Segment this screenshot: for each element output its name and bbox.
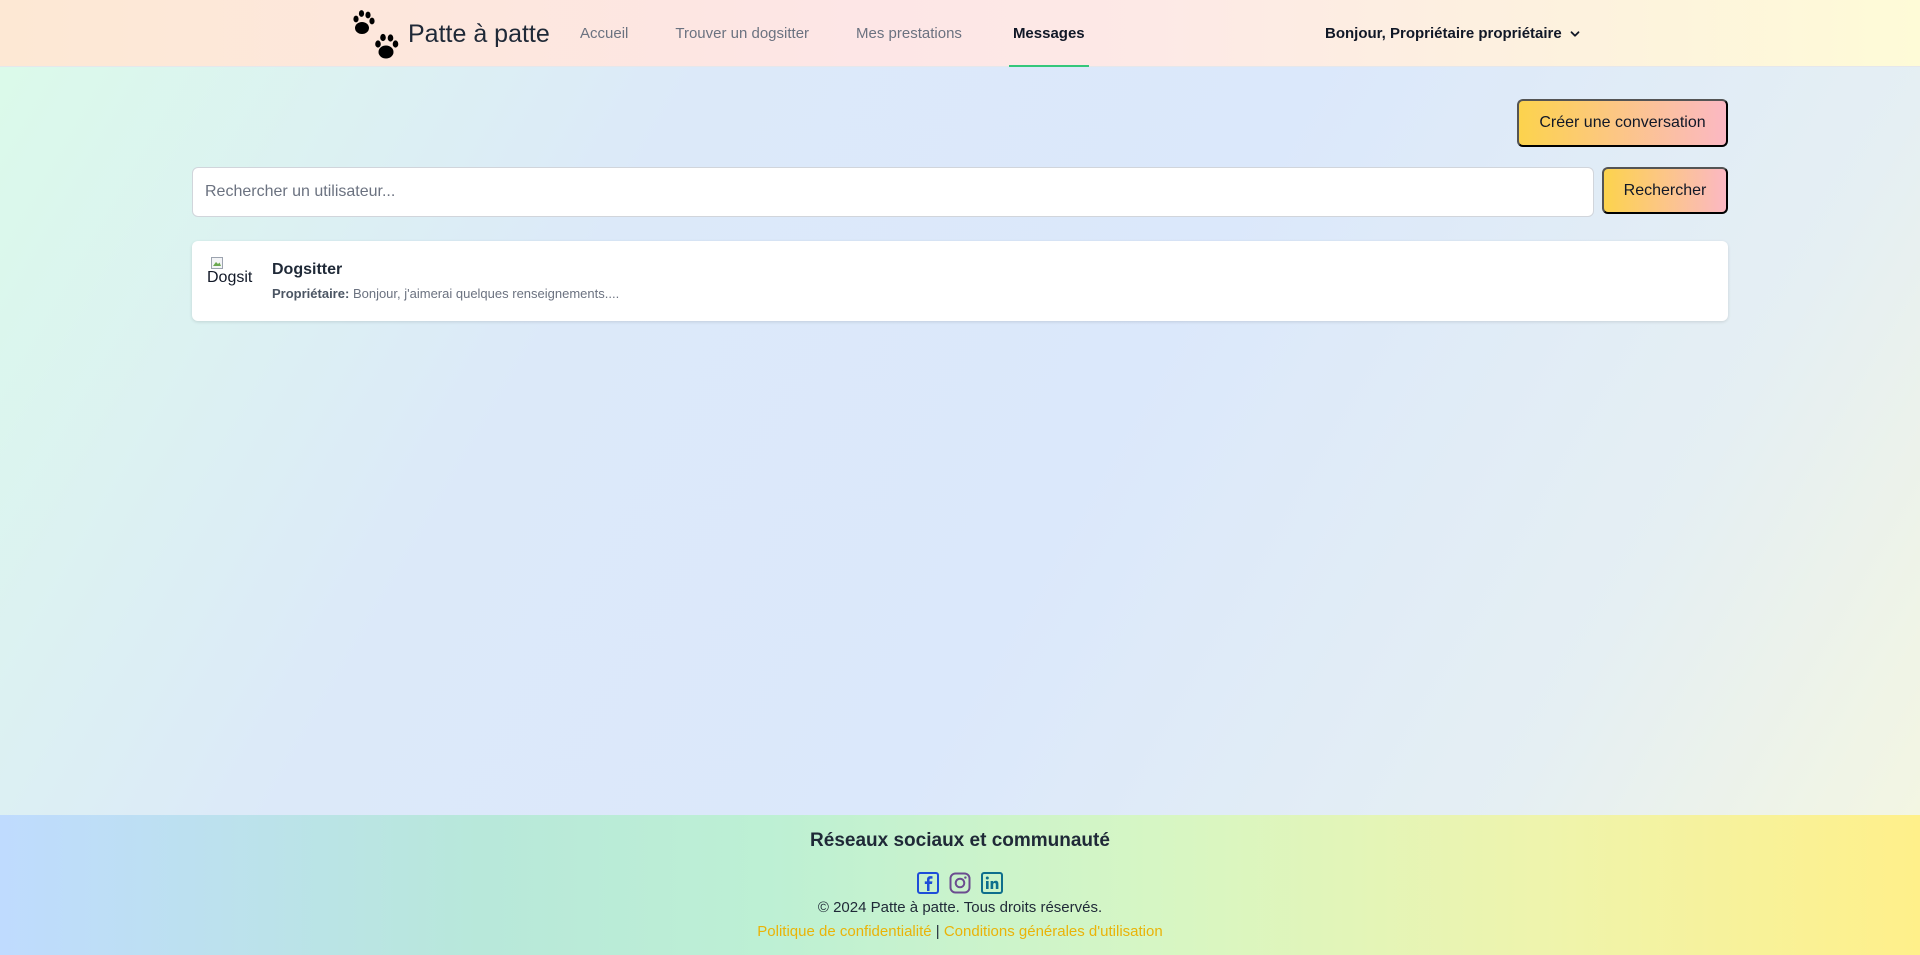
conversation-last-message: Bonjour, j'aimerai quelques renseignemen… [352,286,620,301]
nav-link-trouver-dogsitter[interactable]: Trouver un dogsitter [675,0,809,67]
create-conversation-button[interactable]: Créer une conversation [1517,99,1728,147]
legal-separator: | [935,923,940,940]
navbar: Patte à patte Accueil Trouver un dogsitt… [0,0,1920,67]
terms-link[interactable]: Conditions générales d'utilisation [944,923,1163,940]
nav-link-accueil[interactable]: Accueil [580,0,628,67]
copyright: © 2024 Patte à patte. Tous droits réserv… [817,899,1103,916]
conversation-preview: Propriétaire: Bonjour, j'aimerai quelque… [272,286,619,301]
nav-link-mes-prestations[interactable]: Mes prestations [856,0,962,67]
search-user-input[interactable] [192,167,1594,217]
conversation-name: Dogsitter [272,261,343,278]
conversation-sender: Propriétaire: [272,286,350,301]
chevron-down-icon [1570,30,1580,37]
paw-logo-icon [353,10,399,59]
social-links [0,872,1920,894]
footer: Réseaux sociaux et communauté © 2024 Pat… [0,815,1920,955]
user-menu[interactable]: Bonjour, Propriétaire propriétaire [1325,0,1581,67]
avatar: Dogsit [207,257,255,305]
facebook-icon[interactable] [917,872,939,894]
linkedin-icon[interactable] [981,872,1003,894]
nav-link-messages[interactable]: Messages [1008,0,1089,67]
legal-links: Politique de confidentialité | Condition… [0,923,1920,940]
brand[interactable]: Patte à patte [352,8,550,60]
main-nav: Accueil Trouver un dogsitter Mes prestat… [580,0,1136,67]
avatar-alt-text: Dogsit [207,269,253,286]
footer-title: Réseaux sociaux et communauté [810,830,1110,851]
search-button[interactable]: Rechercher [1602,167,1728,214]
user-greeting: Bonjour, Propriétaire propriétaire [1325,25,1562,42]
conversation-item[interactable]: Dogsit Dogsitter Propriétaire: Bonjour, … [192,241,1728,321]
privacy-policy-link[interactable]: Politique de confidentialité [757,923,931,940]
brand-name: Patte à patte [408,19,550,48]
instagram-icon[interactable] [949,872,971,894]
broken-image-icon [211,257,223,269]
